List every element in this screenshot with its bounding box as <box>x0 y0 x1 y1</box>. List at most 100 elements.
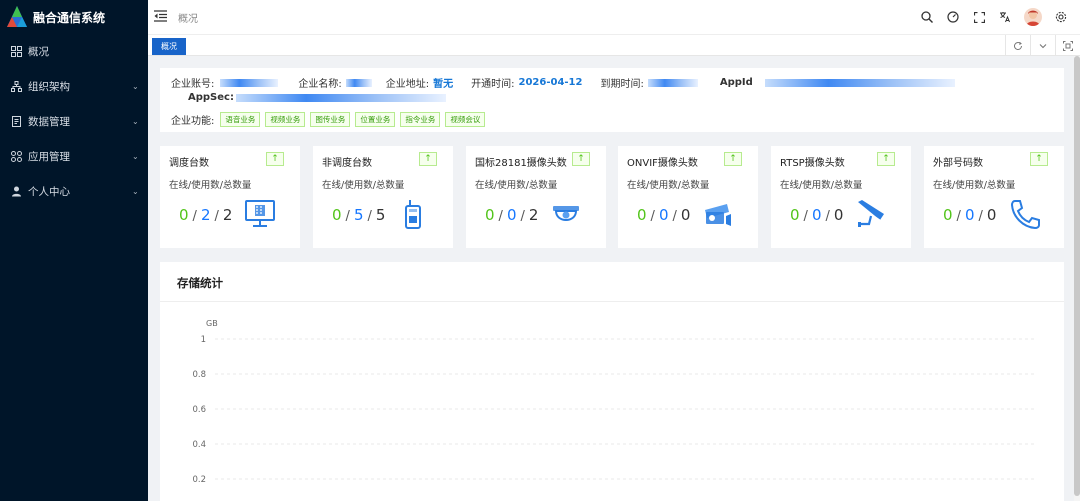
storage-title: 存储统计 <box>177 276 223 290</box>
chevron-down-icon: ⌄ <box>132 187 139 196</box>
card-subtitle: 在线/使用数/总数量 <box>475 180 558 191</box>
arrow-up-icon[interactable]: ↑ <box>572 152 590 166</box>
total-count: 0 <box>833 206 844 224</box>
open-time-label: 开通时间: <box>471 79 515 90</box>
card-title: 非调度台数 <box>322 158 372 169</box>
breadcrumb[interactable]: 概况 <box>178 10 198 25</box>
y-tick-label: 1 <box>201 335 206 345</box>
used-count: 5 <box>353 206 364 224</box>
top-bar: 概况 <box>148 0 1080 34</box>
language-icon[interactable] <box>992 0 1018 34</box>
feature-tag: 语音业务 <box>220 112 261 127</box>
apps-icon <box>11 151 22 162</box>
feature-tag: 视频业务 <box>265 112 306 127</box>
y-axis-unit: GB <box>206 319 218 328</box>
dashboard-icon <box>11 46 22 57</box>
open-time-value: 2026-04-12 <box>518 77 583 88</box>
info-row-2: AppSec: <box>188 92 446 103</box>
total-count: 0 <box>680 206 691 224</box>
arrow-up-icon[interactable]: ↑ <box>724 152 742 166</box>
card-subtitle: 在线/使用数/总数量 <box>780 180 863 191</box>
tab-overview[interactable]: 概况 <box>152 38 186 55</box>
arrow-up-icon[interactable]: ↑ <box>1030 152 1048 166</box>
card-title: ONVIF摄像头数 <box>627 158 698 169</box>
chevron-down-icon: ⌄ <box>132 117 139 126</box>
dashboard-gauge-icon[interactable] <box>940 0 966 34</box>
refresh-icon[interactable] <box>1005 35 1030 56</box>
card-subtitle: 在线/使用数/总数量 <box>322 180 405 191</box>
card-values: 0/0/0 <box>790 206 844 224</box>
card-dispatch-consoles: 调度台数 ↑ 在线/使用数/总数量 0/2/2 <box>160 146 300 248</box>
enterprise-info: 企业账号: 企业名称: 企业地址: 暂无 开通时间: 2026-04-12 到期… <box>160 68 1064 132</box>
total-count: 0 <box>986 206 997 224</box>
account-label: 企业账号: <box>171 79 215 90</box>
feature-tag: 图传业务 <box>310 112 351 127</box>
sidebar: 融合通信系统 概况 组织架构 ⌄ 数据管理 ⌄ 应用管理 ⌄ 个人中心 ⌄ <box>0 0 148 501</box>
arrow-up-icon[interactable]: ↑ <box>266 152 284 166</box>
storage-panel: 存储统计 GB 1 0.8 0.6 0.4 0.2 <box>160 262 1064 501</box>
fullscreen-icon[interactable] <box>966 0 992 34</box>
online-count: 0 <box>179 206 189 224</box>
used-count: 0 <box>811 206 822 224</box>
appsec-value-redacted <box>235 93 446 102</box>
expand-icon[interactable] <box>1055 35 1080 56</box>
arrow-up-icon[interactable]: ↑ <box>419 152 437 166</box>
chevron-down-icon[interactable] <box>1030 35 1055 56</box>
address-value: 暂无 <box>433 79 454 90</box>
sidebar-item-overview[interactable]: 概况 <box>0 34 148 69</box>
total-count: 2 <box>222 206 233 224</box>
card-subtitle: 在线/使用数/总数量 <box>169 180 252 191</box>
sidebar-menu: 概况 组织架构 ⌄ 数据管理 ⌄ 应用管理 ⌄ 个人中心 ⌄ <box>0 34 148 209</box>
search-icon[interactable] <box>914 0 940 34</box>
bullet-camera-icon <box>705 204 731 226</box>
phone-icon <box>1010 200 1040 230</box>
appid-value-redacted <box>764 78 955 87</box>
feature-tag: 位置业务 <box>355 112 396 127</box>
total-count: 5 <box>375 206 386 224</box>
used-count: 0 <box>506 206 517 224</box>
sidebar-item-apps[interactable]: 应用管理 ⌄ <box>0 139 148 174</box>
sidebar-item-label: 组织架构 <box>28 81 70 93</box>
card-gb28181-cameras: 国标28181摄像头数 ↑ 在线/使用数/总数量 0/0/2 <box>466 146 606 248</box>
feature-tag: 指令业务 <box>400 112 441 127</box>
online-count: 0 <box>790 206 800 224</box>
features-label: 企业功能: <box>171 116 215 127</box>
card-onvif-cameras: ONVIF摄像头数 ↑ 在线/使用数/总数量 0/0/0 <box>618 146 758 248</box>
sidebar-item-profile[interactable]: 个人中心 ⌄ <box>0 174 148 209</box>
user-icon <box>11 186 22 197</box>
org-icon <box>11 81 22 92</box>
scrollbar-thumb[interactable] <box>1074 56 1080 496</box>
card-subtitle: 在线/使用数/总数量 <box>627 180 710 191</box>
data-icon <box>11 116 22 127</box>
app-logo[interactable]: 融合通信系统 <box>0 0 148 34</box>
tags-actions <box>1005 35 1080 56</box>
toolbar <box>914 0 1074 34</box>
info-row-3: 企业功能: 语音业务 视频业务 图传业务 位置业务 指令业务 视频会议 <box>171 112 490 127</box>
card-subtitle: 在线/使用数/总数量 <box>933 180 1016 191</box>
app-title: 融合通信系统 <box>33 10 106 25</box>
card-title: RTSP摄像头数 <box>780 158 845 169</box>
arrow-up-icon[interactable]: ↑ <box>877 152 895 166</box>
menu-fold-icon[interactable] <box>154 10 168 24</box>
sidebar-item-label: 数据管理 <box>28 116 70 128</box>
account-value-redacted <box>220 78 279 87</box>
card-external-numbers: 外部号码数 ↑ 在线/使用数/总数量 0/0/0 <box>924 146 1064 248</box>
sidebar-item-label: 概况 <box>28 46 49 58</box>
avatar[interactable] <box>1024 8 1042 26</box>
card-title: 外部号码数 <box>933 158 983 169</box>
card-title: 国标28181摄像头数 <box>475 158 567 169</box>
address-label: 企业地址: <box>385 79 430 90</box>
expire-value-redacted <box>647 78 698 87</box>
cctv-camera-icon <box>858 200 884 227</box>
sidebar-item-data[interactable]: 数据管理 ⌄ <box>0 104 148 139</box>
tags-view: 概况 <box>148 34 1080 56</box>
card-values: 0/0/0 <box>943 206 997 224</box>
used-count: 0 <box>658 206 669 224</box>
sidebar-item-org[interactable]: 组织架构 ⌄ <box>0 69 148 104</box>
settings-icon[interactable] <box>1048 0 1074 34</box>
card-rtsp-cameras: RTSP摄像头数 ↑ 在线/使用数/总数量 0/0/0 <box>771 146 911 248</box>
online-count: 0 <box>637 206 647 224</box>
online-count: 0 <box>943 206 953 224</box>
feature-tag: 视频会议 <box>445 112 486 127</box>
online-count: 0 <box>485 206 495 224</box>
